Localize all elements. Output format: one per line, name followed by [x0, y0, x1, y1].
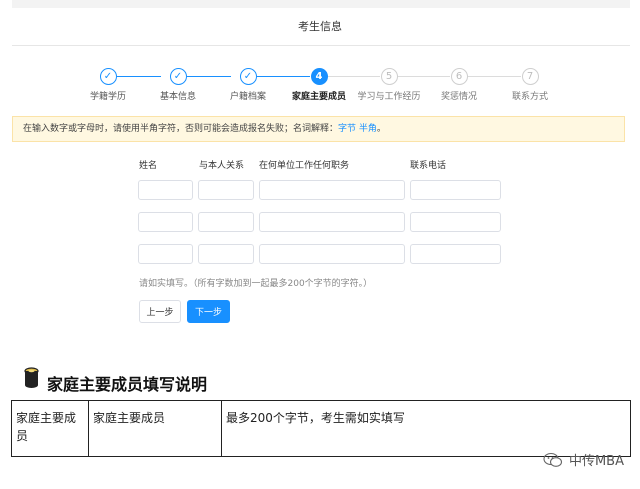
- table-cell-field: 家庭主要成员: [88, 400, 222, 457]
- step-3[interactable]: ✓ 户籍档案: [208, 68, 288, 102]
- step-label: 学籍学历: [89, 92, 126, 102]
- employer-input[interactable]: [259, 180, 405, 200]
- employer-input[interactable]: [259, 244, 405, 264]
- notice-text: 在输入数字或字母时，请使用半角字符，否则可能会造成报名失败；名词解释：: [23, 124, 339, 134]
- check-icon: ✓: [239, 68, 257, 85]
- notice-suffix: 。: [376, 124, 386, 134]
- step-number: 6: [450, 68, 468, 85]
- step-label: 家庭主要成员: [291, 92, 346, 102]
- step-label: 奖惩情况: [440, 92, 477, 102]
- step-label: 学习与工作经历: [357, 92, 421, 102]
- phone-input[interactable]: [410, 244, 501, 264]
- check-icon: ✓: [169, 68, 187, 85]
- step-label: 联系方式: [511, 92, 548, 102]
- col-header-employer: 在何单位工作任何职务: [259, 161, 350, 171]
- prev-step-button[interactable]: 上一步: [139, 300, 181, 323]
- notice-banner: 在输入数字或字母时，请使用半角字符，否则可能会造成报名失败；名词解释：字节 半角…: [12, 116, 625, 142]
- relation-input[interactable]: [198, 180, 254, 200]
- wechat-icon: [543, 452, 563, 467]
- phone-input[interactable]: [410, 180, 501, 200]
- col-header-relation: 与本人关系: [199, 161, 245, 171]
- step-number: 5: [380, 68, 398, 85]
- check-icon: ✓: [99, 68, 117, 85]
- table-cell-item: 家庭主要成员: [11, 400, 89, 457]
- next-step-button[interactable]: 下一步: [187, 300, 230, 323]
- top-strip: [12, 0, 630, 8]
- step-6[interactable]: 6 奖惩情况: [419, 68, 499, 102]
- step-7[interactable]: 7 联系方式: [490, 68, 570, 102]
- rule-table: 家庭主要成员 家庭主要成员 最多200个字节，考生需如实填写: [11, 400, 631, 457]
- page-title: 考生信息: [298, 20, 342, 33]
- table-row: 家庭主要成员 家庭主要成员 最多200个字节，考生需如实填写: [11, 400, 631, 457]
- title-divider: [12, 45, 630, 46]
- step-label: 基本信息: [159, 92, 196, 102]
- relation-input[interactable]: [198, 212, 254, 232]
- phone-input[interactable]: [410, 212, 501, 232]
- link-halfwidth[interactable]: 半角: [359, 124, 377, 134]
- table-cell-rule: 最多200个字节，考生需如实填写: [221, 400, 631, 457]
- relation-input[interactable]: [198, 244, 254, 264]
- step-number: 4: [310, 68, 328, 85]
- col-header-phone: 联系电话: [410, 161, 447, 171]
- progress-steps: ✓ 学籍学历 ✓ 基本信息 ✓ 户籍档案 4 家庭主要成员 5 学习与工作经历 …: [0, 68, 640, 108]
- step-4[interactable]: 4 家庭主要成员: [279, 68, 359, 102]
- step-label: 户籍档案: [229, 92, 266, 102]
- name-input[interactable]: [138, 212, 193, 232]
- step-1[interactable]: ✓ 学籍学历: [68, 68, 148, 102]
- col-header-name: 姓名: [139, 161, 158, 171]
- watermark: 中传MBA: [543, 450, 624, 469]
- watermark-text: 中传MBA: [568, 454, 624, 469]
- step-2[interactable]: ✓ 基本信息: [138, 68, 218, 102]
- link-byte[interactable]: 字节: [338, 124, 356, 134]
- paper-roll-icon: [24, 367, 39, 388]
- section-title: 家庭主要成员填写说明: [47, 375, 208, 394]
- form-hint: 请如实填写。（所有字数加到一起最多200个字节的字符。）: [139, 279, 373, 289]
- name-input[interactable]: [138, 244, 193, 264]
- employer-input[interactable]: [259, 212, 405, 232]
- step-5[interactable]: 5 学习与工作经历: [349, 68, 429, 102]
- step-number: 7: [521, 68, 539, 85]
- name-input[interactable]: [138, 180, 193, 200]
